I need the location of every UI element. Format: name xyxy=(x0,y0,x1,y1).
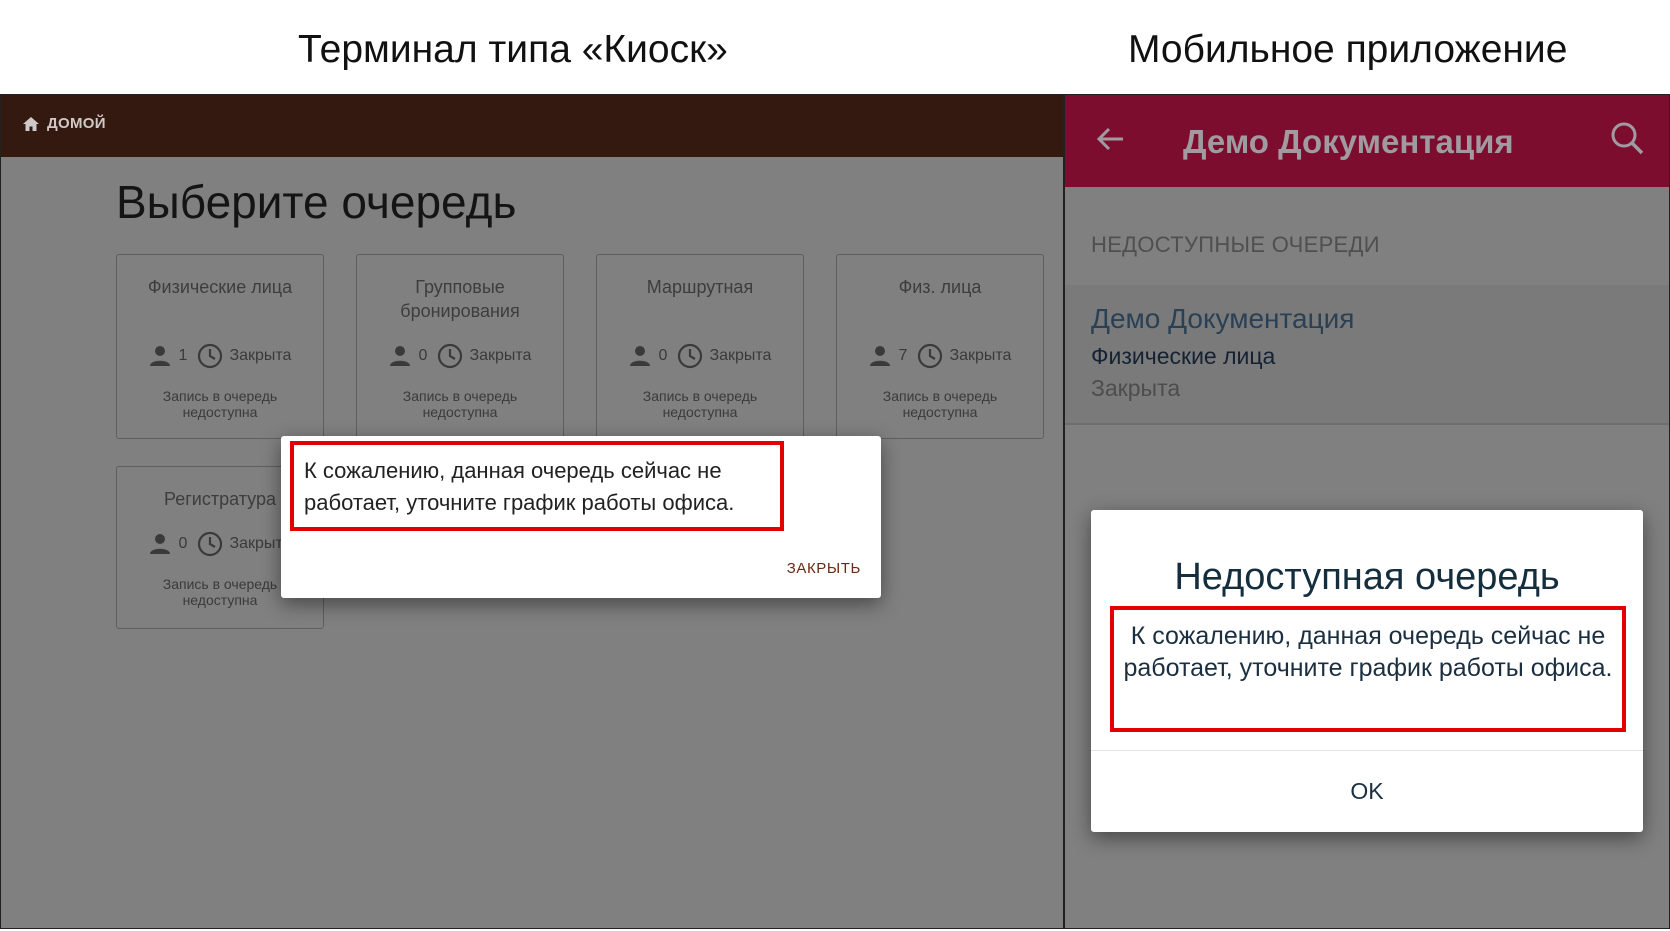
queue-status: Закрыта xyxy=(229,347,292,364)
queue-note: Запись в очередь xyxy=(402,388,518,404)
clock-icon xyxy=(198,531,223,557)
home-label: ДОМОЙ xyxy=(47,115,106,132)
queue-card-title: Физ. лица xyxy=(898,277,982,297)
home-icon xyxy=(23,116,39,131)
page-title: Выберите очередь xyxy=(116,176,517,228)
queue-note: Запись в очередь xyxy=(162,388,278,404)
section-header: НЕДОСТУПНЫЕ ОЧЕРЕДИ xyxy=(1091,232,1380,257)
mobile-dialog: Недоступная очередь К сожалению, данная … xyxy=(1091,510,1643,832)
queue-card[interactable]: Групповые бронирования 0 Закрыта Запись … xyxy=(356,254,564,439)
clock-icon xyxy=(198,343,223,369)
queue-card-title: Маршрутная xyxy=(646,277,754,297)
arrow-back-icon[interactable] xyxy=(1095,123,1127,155)
app-title: Демо Документация xyxy=(1183,123,1514,160)
caption-mobile: Мобильное приложение xyxy=(1128,28,1568,71)
queue-note: Запись в очередь xyxy=(642,388,758,404)
kiosk-dialog: К сожалению, данная очередь сейчас не ра… xyxy=(281,436,881,598)
queue-count: 0 xyxy=(658,347,668,364)
queue-count: 1 xyxy=(178,347,188,364)
person-icon xyxy=(149,346,170,366)
queue-card-title: Физические лица xyxy=(147,277,293,297)
queue-card[interactable]: Маршрутная 0 Закрыта Запись в очередь не… xyxy=(596,254,804,439)
kiosk-header: ДОМОЙ xyxy=(1,95,1063,157)
list-item[interactable]: Демо Документация Физические лица Закрыт… xyxy=(1065,285,1669,425)
queue-note: недоступна xyxy=(662,404,738,420)
clock-icon xyxy=(918,343,943,369)
message-highlight: К сожалению, данная очередь сейчас не ра… xyxy=(1110,606,1626,732)
queue-card[interactable]: Физические лица 1 Закрыта Запись в очере… xyxy=(116,254,324,439)
queue-count: 0 xyxy=(418,347,428,364)
dialog-title: Недоступная очередь xyxy=(1174,556,1560,598)
list-item-queue: Физические лица xyxy=(1091,343,1276,369)
queue-status: Закрыта xyxy=(949,347,1012,364)
ok-button[interactable]: OK xyxy=(1091,778,1643,805)
home-button[interactable]: ДОМОЙ xyxy=(23,115,106,132)
divider xyxy=(1091,750,1643,751)
queue-status: Закрыта xyxy=(709,347,772,364)
clock-icon xyxy=(438,343,463,369)
mobile-screen: Демо Документация НЕДОСТУПНЫЕ ОЧЕРЕДИ Де… xyxy=(1064,94,1670,929)
queue-note: недоступна xyxy=(422,404,498,420)
clock-icon xyxy=(678,343,703,369)
queue-note: Запись в очередь xyxy=(882,388,998,404)
queue-card-title: Групповые бронирования xyxy=(400,277,520,321)
list-item-name: Демо Документация xyxy=(1091,303,1355,334)
message-highlight: К сожалению, данная очередь сейчас не ра… xyxy=(290,441,784,531)
person-icon xyxy=(389,346,410,366)
queue-card[interactable]: Физ. лица 7 Закрыта Запись в очередь нед… xyxy=(836,254,1044,439)
list-item-status: Закрыта xyxy=(1091,375,1181,401)
person-icon xyxy=(869,346,890,366)
close-button[interactable]: ЗАКРЫТЬ xyxy=(787,560,861,577)
caption-kiosk: Терминал типа «Киоск» xyxy=(298,28,728,71)
queue-status: Закрыта xyxy=(469,347,532,364)
person-icon xyxy=(149,534,170,554)
queue-note: недоступна xyxy=(182,404,258,420)
dialog-message: К сожалению, данная очередь сейчас не ра… xyxy=(304,458,735,515)
mobile-app-bar: Демо Документация xyxy=(1065,95,1669,187)
queue-count: 7 xyxy=(898,347,908,364)
queue-note: недоступна xyxy=(902,404,978,420)
queue-count: 0 xyxy=(178,535,188,552)
person-icon xyxy=(629,346,650,366)
kiosk-screen: ДОМОЙ Выберите очередь Физические лица 1… xyxy=(0,94,1064,929)
search-icon[interactable] xyxy=(1610,121,1646,157)
dialog-message: К сожалению, данная очередь сейчас не ра… xyxy=(1123,622,1613,682)
